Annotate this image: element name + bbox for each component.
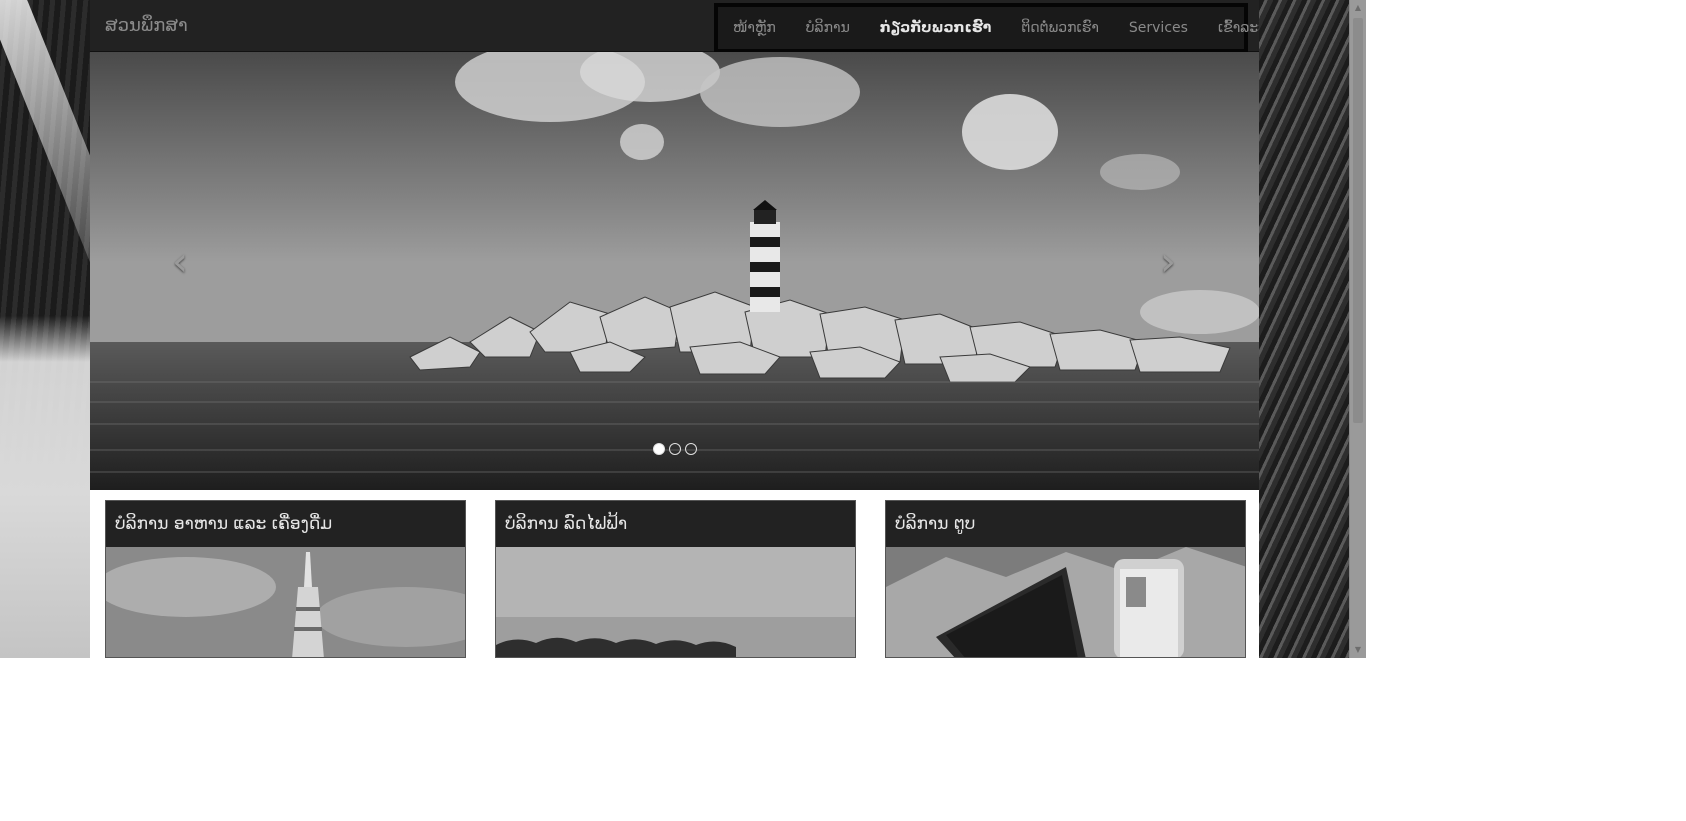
card-image-devices [886, 547, 1245, 657]
scroll-up-icon[interactable]: ▲ [1350, 0, 1366, 16]
card-title: ບໍລິການ ອາຫານ ແລະ ເຄື່ອງດື່ມ [106, 501, 465, 548]
nav-item-services[interactable]: Services [1114, 7, 1203, 49]
nav-list: ໜ້າຫຼັກ ບໍລິການ ກ່ຽວກັບພວກເຮົາ ຕິດຕໍ່ພວກ… [718, 7, 1259, 49]
scrollbar-thumb[interactable] [1353, 18, 1363, 423]
card-title: ບໍລິການ ຕູບ [886, 501, 1245, 548]
nav-item-about[interactable]: ກ່ຽວກັບພວກເຮົາ [865, 7, 1007, 49]
service-cards: ບໍລິການ ອາຫານ ແລະ ເຄື່ອງດື່ມ ບໍລິການ ລົດ… [90, 490, 1259, 658]
brand-link[interactable]: ສວນພຶກສາ [105, 0, 188, 52]
card-image-trees [496, 547, 855, 657]
service-card-electric-car[interactable]: ບໍລິການ ລົດໄຟຟ້າ [495, 500, 856, 658]
nav-menu: ໜ້າຫຼັກ ບໍລິການ ກ່ຽວກັບພວກເຮົາ ຕິດຕໍ່ພວກ… [714, 3, 1259, 53]
card-image-stupa [106, 547, 465, 657]
background-image-left [0, 0, 160, 658]
nav-item-services-lao[interactable]: ບໍລິການ [791, 7, 865, 49]
nav-item-contact[interactable]: ຕິດຕໍ່ພວກເຮົາ [1006, 7, 1114, 49]
background-image-right [1259, 0, 1349, 658]
page-container: ສວນພຶກສາ ໜ້າຫຼັກ ບໍລິການ ກ່ຽວກັບພວກເຮົາ … [90, 0, 1259, 658]
carousel-next-button[interactable]: › [1148, 242, 1188, 282]
carousel-prev-button[interactable]: ‹ [160, 242, 200, 282]
carousel-indicator-1[interactable] [653, 443, 665, 455]
carousel-indicator-3[interactable] [685, 443, 697, 455]
chevron-left-icon: ‹ [172, 239, 188, 285]
card-title: ບໍລິການ ລົດໄຟຟ້າ [496, 501, 855, 548]
scroll-down-icon[interactable]: ▼ [1350, 642, 1366, 658]
navbar: ສວນພຶກສາ ໜ້າຫຼັກ ບໍລິການ ກ່ຽວກັບພວກເຮົາ … [90, 0, 1259, 53]
nav-item-home[interactable]: ໜ້າຫຼັກ [718, 7, 791, 49]
nav-item-login[interactable]: ເຂົ້າລະບົບ [1203, 7, 1259, 49]
browser-viewport: ສວນພຶກສາ ໜ້າຫຼັກ ບໍລິການ ກ່ຽວກັບພວກເຮົາ … [0, 0, 1366, 658]
service-card-cabin[interactable]: ບໍລິການ ຕູບ [885, 500, 1246, 658]
carousel-indicators [653, 443, 697, 457]
service-card-food[interactable]: ບໍລິການ ອາຫານ ແລະ ເຄື່ອງດື່ມ [105, 500, 466, 658]
slide-image-lighthouse [90, 52, 1259, 490]
vertical-scrollbar[interactable]: ▲ ▼ [1349, 0, 1366, 658]
hero-carousel: ‹ › [90, 52, 1259, 490]
carousel-indicator-2[interactable] [669, 443, 681, 455]
chevron-right-icon: › [1160, 239, 1176, 285]
